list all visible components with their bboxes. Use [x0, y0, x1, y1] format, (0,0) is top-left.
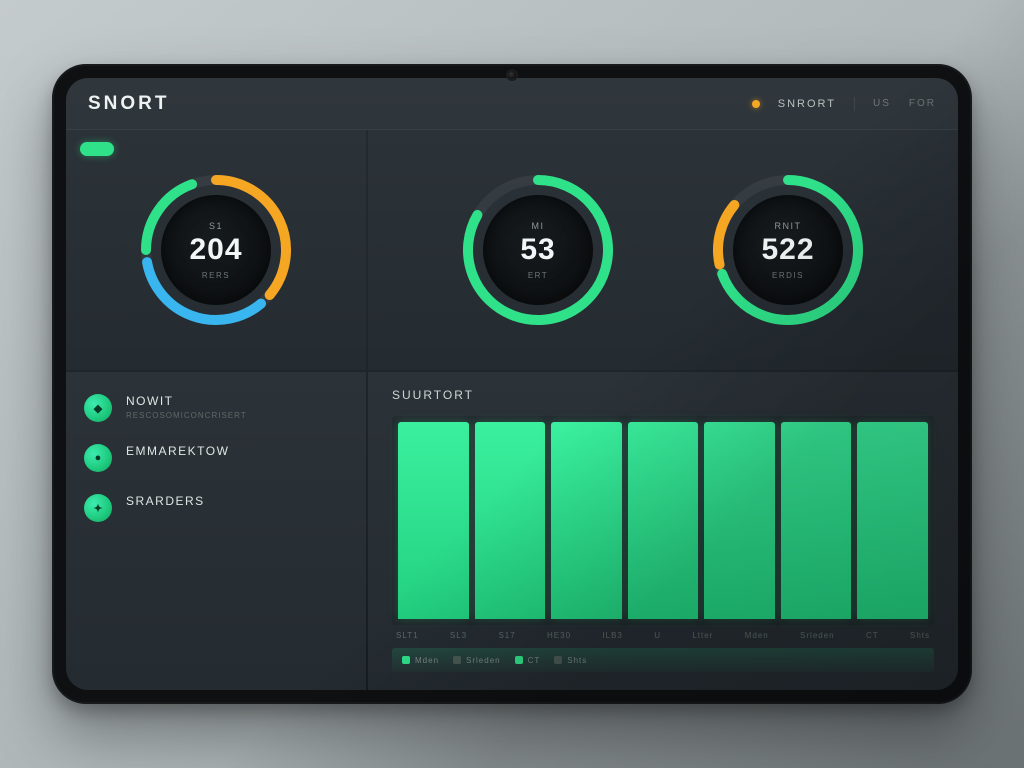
legend-label: CT: [528, 656, 541, 665]
gauge-1[interactable]: S1 204 RERS: [136, 170, 296, 330]
bar: [628, 422, 699, 619]
legend-swatch-icon: [515, 656, 523, 664]
brand-logo: SNORT: [88, 93, 170, 115]
axis-label: Mden: [745, 631, 769, 640]
axis-label: Shts: [910, 631, 930, 640]
list-icon-2: ✦: [84, 494, 112, 522]
nav-item-1[interactable]: US: [873, 98, 891, 109]
axis-label: CT: [866, 631, 879, 640]
bar-chart[interactable]: [392, 416, 934, 625]
chart-axis: SLT1 SL3 S17 HE30 ILB3 U Ltter Mden Srleden CT Sht…: [392, 625, 934, 640]
legend-item[interactable]: Mden: [402, 656, 439, 665]
chart-title: suurtort: [392, 388, 934, 402]
list-title-2: SRARDERS: [126, 494, 205, 508]
bar: [704, 422, 775, 619]
dashboard-body: S1 204 RERS MI 53 ERT: [66, 130, 958, 690]
status-pill[interactable]: [80, 142, 114, 156]
gauge-3[interactable]: RNIT 522 ERDIS: [708, 170, 868, 330]
list-text-2: SRARDERS: [126, 494, 205, 511]
sidebar-item-2[interactable]: ✦ SRARDERS: [84, 494, 348, 522]
legend-label: Mden: [415, 656, 439, 665]
legend-swatch-icon: [402, 656, 410, 664]
nav-item-0[interactable]: SNRORT: [778, 98, 836, 110]
bar: [475, 422, 546, 619]
list-title-1: Emmarektow: [126, 444, 229, 458]
nav-separator: [854, 97, 855, 111]
gauge-panel-2: MI 53 ERT RNIT 522 ERDIS: [368, 130, 958, 370]
list-icon-1: ●: [84, 444, 112, 472]
chart-legend: Mden Srleden CT Shts: [392, 648, 934, 672]
sidebar-item-0[interactable]: ◆ NOWIT RESCOSOMICONCRISERT: [84, 394, 348, 422]
bar: [551, 422, 622, 619]
list-title-0: NOWIT: [126, 394, 247, 408]
sidebar-item-1[interactable]: ● Emmarektow: [84, 444, 348, 472]
axis-label: SLT1: [396, 631, 419, 640]
gauge-panel-1: S1 204 RERS: [66, 130, 366, 370]
axis-label: Srleden: [800, 631, 835, 640]
bar: [857, 422, 928, 619]
gauge-2[interactable]: MI 53 ERT: [458, 170, 618, 330]
legend-item[interactable]: Shts: [554, 656, 587, 665]
chart-area: SLT1 SL3 S17 HE30 ILB3 U Ltter Mden Srleden CT Sht…: [392, 416, 934, 672]
axis-label: U: [654, 631, 661, 640]
axis-label: SL3: [450, 631, 467, 640]
legend-swatch-icon: [554, 656, 562, 664]
header: SNORT SNRORT US For: [66, 78, 958, 130]
tablet-device: SNORT SNRORT US For S1 204 RERS: [52, 64, 972, 704]
list-text-0: NOWIT RESCOSOMICONCRISERT: [126, 394, 247, 420]
status-dot-icon: [752, 100, 760, 108]
bar: [781, 422, 852, 619]
axis-label: Ltter: [692, 631, 713, 640]
chart-panel: suurtort SLT1 SL3 S17 HE30 ILB3 U Ltter Mden Srl…: [368, 372, 958, 690]
axis-label: ILB3: [602, 631, 622, 640]
top-nav: SNRORT US For: [752, 97, 936, 111]
legend-label: Shts: [567, 656, 587, 665]
camera-dot: [508, 71, 516, 79]
nav-item-2[interactable]: For: [909, 98, 936, 109]
screen: SNORT SNRORT US For S1 204 RERS: [66, 78, 958, 690]
axis-label: HE30: [547, 631, 571, 640]
legend-label: Srleden: [466, 656, 501, 665]
legend-item[interactable]: Srleden: [453, 656, 501, 665]
sidebar-list: ◆ NOWIT RESCOSOMICONCRISERT ● Emmarektow…: [66, 372, 366, 690]
legend-swatch-icon: [453, 656, 461, 664]
bar: [398, 422, 469, 619]
legend-item[interactable]: CT: [515, 656, 541, 665]
list-text-1: Emmarektow: [126, 444, 229, 461]
axis-label: S17: [498, 631, 515, 640]
list-sub-0: RESCOSOMICONCRISERT: [126, 411, 247, 420]
list-icon-0: ◆: [84, 394, 112, 422]
